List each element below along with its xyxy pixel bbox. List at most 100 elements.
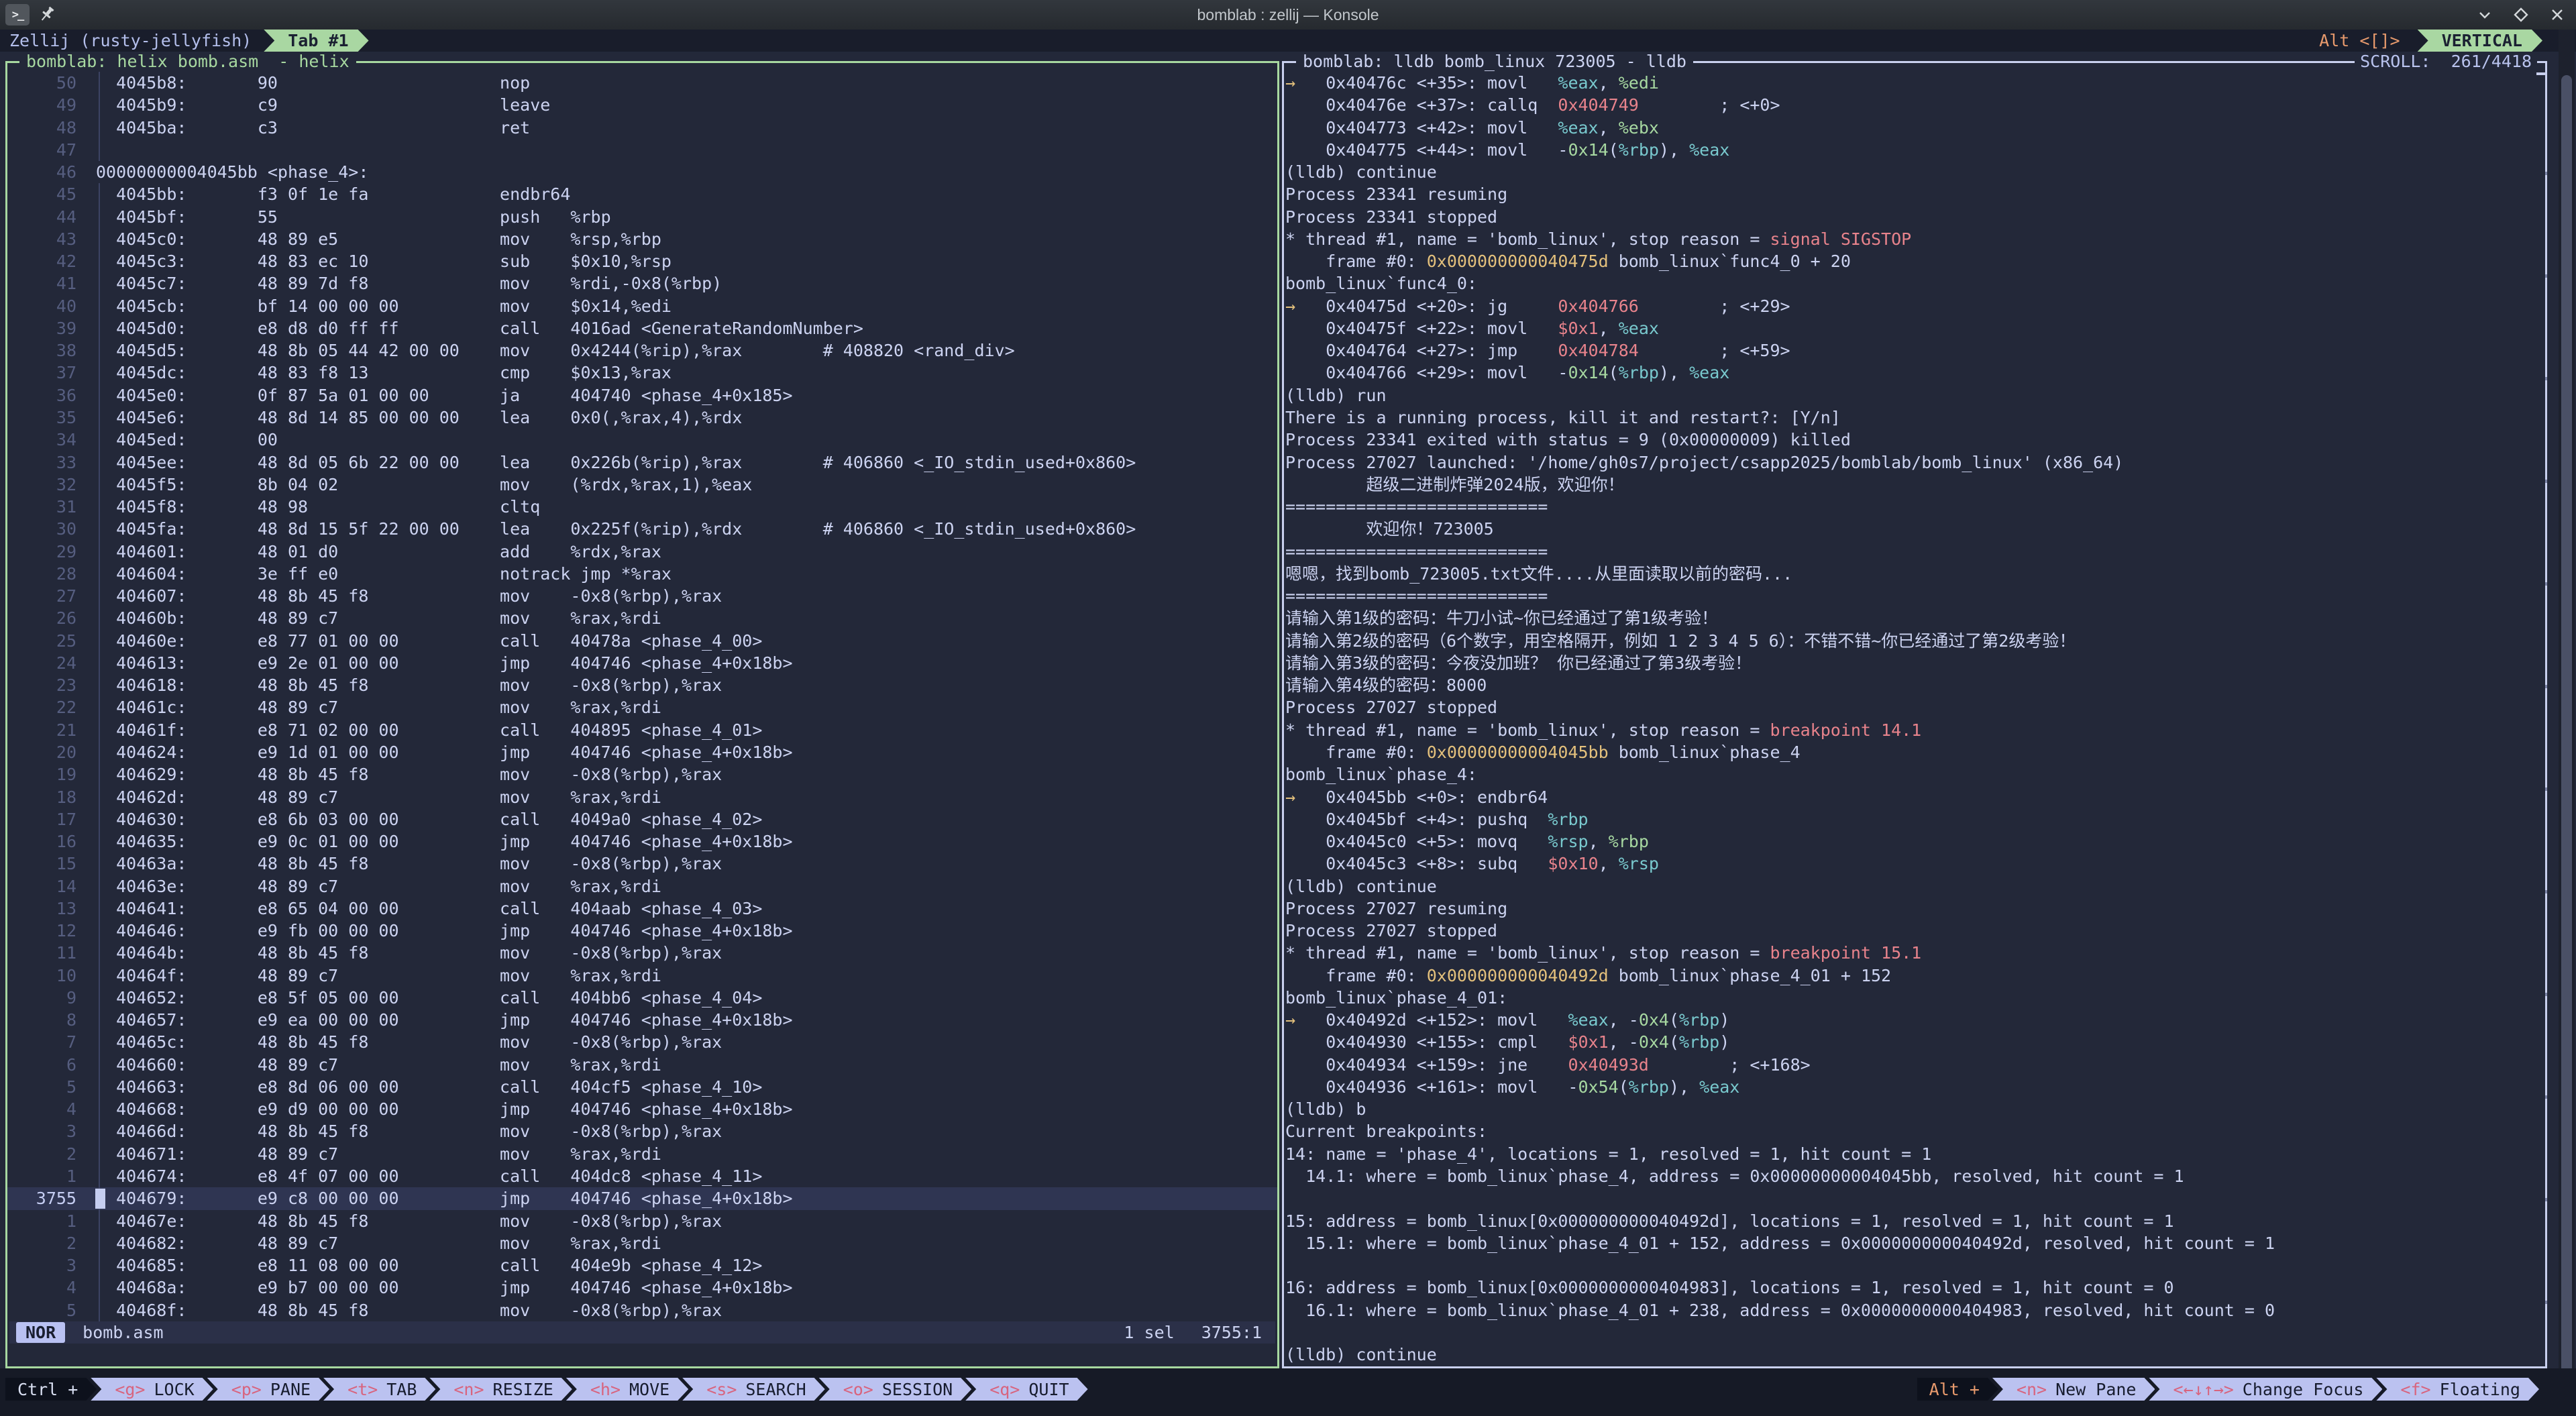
terminal-line: 请输入第4级的密码：8000 <box>1285 674 2545 696</box>
asm-line: 3755 404679: e9 c8 00 00 00 jmp 404746 <… <box>7 1187 1277 1209</box>
terminal-line: Process 27027 resuming <box>1285 897 2545 920</box>
asm-line: 17 404630: e8 6b 03 00 00 call 4049a0 <p… <box>7 808 1277 830</box>
keybind-floating[interactable]: <f>Floating <box>2376 1378 2539 1401</box>
session-name: Zellij (rusty-jellyfish) <box>9 31 252 50</box>
asm-line: 1 404674: e8 4f 07 00 00 call 404dc8 <ph… <box>7 1165 1277 1187</box>
lldb-terminal-pane[interactable]: bomblab: lldb bomb_linux 723005 - lldb S… <box>1282 61 2547 1368</box>
keybind-session[interactable]: <o>SESSION <box>819 1378 972 1401</box>
keybind-search[interactable]: <s>SEARCH <box>682 1378 824 1401</box>
terminal-line: 请输入第3级的密码：今夜没加班？ 你已经通过了第3级考验！ <box>1285 652 2545 674</box>
text-cursor <box>95 1189 105 1208</box>
terminal-line: 0x404930 <+155>: cmpl $0x1, -0x4(%rbp) <box>1285 1031 2545 1053</box>
right-pane-title: bomblab: lldb bomb_linux 723005 - lldb <box>1296 52 1693 71</box>
terminal-line: frame #0: 0x000000000040475d bomb_linux`… <box>1285 250 2545 272</box>
terminal-line: frame #0: 0x000000000040492d bomb_linux`… <box>1285 965 2545 987</box>
terminal-line: 请输入第1级的密码：牛刀小试~你已经通过了第1级考验！ <box>1285 607 2545 629</box>
helix-editor-pane[interactable]: bomblab: helix bomb.asm - helix 50 4045b… <box>5 61 1279 1368</box>
scroll-position: SCROLL: 261/4418 <box>2355 52 2537 71</box>
asm-line: 45 4045bb: f3 0f 1e fa endbr64 <box>7 183 1277 205</box>
terminal-line: * thread #1, name = 'bomb_linux', stop r… <box>1285 228 2545 250</box>
terminal-line: Process 23341 stopped <box>1285 206 2545 228</box>
asm-line: 10 40464f: 48 89 c7 mov %rax,%rdi <box>7 965 1277 987</box>
keybind-lock[interactable]: <g>LOCK <box>91 1378 213 1401</box>
terminal-line: bomb_linux`phase_4: <box>1285 763 2545 785</box>
terminal-line: 0x404775 <+44>: movl -0x14(%rbp), %eax <box>1285 139 2545 161</box>
maximize-button[interactable] <box>2512 5 2530 24</box>
minimize-button[interactable] <box>2475 5 2494 24</box>
terminal-line <box>1285 1321 2545 1344</box>
mode-indicator: NOR <box>16 1322 65 1343</box>
window-titlebar[interactable]: >_ bomblab : zellij — Konsole <box>0 0 2576 30</box>
asm-line: 23 404618: 48 8b 45 f8 mov -0x8(%rbp),%r… <box>7 674 1277 696</box>
terminal-line: 16.1: where = bomb_linux`phase_4_01 + 23… <box>1285 1299 2545 1321</box>
terminal-line: * thread #1, name = 'bomb_linux', stop r… <box>1285 719 2545 741</box>
terminal-line: 0x404934 <+159>: jne 0x40493d ; <+168> <box>1285 1054 2545 1076</box>
terminal-line: ========================== <box>1285 496 2545 518</box>
terminal-line: bomb_linux`phase_4_01: <box>1285 987 2545 1009</box>
terminal-line <box>1285 1187 2545 1209</box>
terminal-line: → 0x4045bb <+0>: endbr64 <box>1285 786 2545 808</box>
alt-keybind-hint: Alt <[]> <box>2319 31 2400 50</box>
asm-line: 29 404601: 48 01 d0 add %rdx,%rax <box>7 541 1277 563</box>
close-button[interactable] <box>2548 5 2567 24</box>
asm-line: 19 404629: 48 8b 45 f8 mov -0x8(%rbp),%r… <box>7 763 1277 785</box>
asm-line: 27 404607: 48 8b 45 f8 mov -0x8(%rbp),%r… <box>7 585 1277 607</box>
asm-line: 42 4045c3: 48 83 ec 10 sub $0x10,%rsp <box>7 250 1277 272</box>
terminal-line: 16: address = bomb_linux[0x0000000000404… <box>1285 1276 2545 1299</box>
asm-line: 4 404668: e9 d9 00 00 00 jmp 404746 <pha… <box>7 1098 1277 1120</box>
terminal-line: Process 27027 stopped <box>1285 696 2545 718</box>
tab-1[interactable]: Tab #1 <box>264 30 368 52</box>
asm-line: 49 4045b9: c9 leave <box>7 94 1277 116</box>
terminal-line <box>1285 1254 2545 1276</box>
keybind-change-focus[interactable]: <←↓↑→>Change Focus <box>2149 1378 2382 1401</box>
keybind-tab[interactable]: <t>TAB <box>323 1378 435 1401</box>
asm-line: 9 404652: e8 5f 05 00 00 call 404bb6 <ph… <box>7 987 1277 1009</box>
terminal-line: 0x404766 <+29>: movl -0x14(%rbp), %eax <box>1285 362 2545 384</box>
asm-line: 37 4045dc: 48 83 f8 13 cmp $0x13,%rax <box>7 362 1277 384</box>
keybind-move[interactable]: <h>MOVE <box>566 1378 688 1401</box>
terminal-line: 0x404936 <+161>: movl -0x54(%rbp), %eax <box>1285 1076 2545 1098</box>
alt-modifier-hint: Alt + <box>1917 1378 1998 1401</box>
terminal-line: 0x404773 <+42>: movl %eax, %ebx <box>1285 117 2545 139</box>
lldb-output: → 0x40476c <+35>: movl %eax, %edi 0x4047… <box>1285 72 2545 1366</box>
asm-line: 32 4045f5: 8b 04 02 mov (%rdx,%rax,1),%e… <box>7 474 1277 496</box>
asm-line: 40 4045cb: bf 14 00 00 00 mov $0x14,%edi <box>7 295 1277 317</box>
asm-line: 25 40460e: e8 77 01 00 00 call 40478a <p… <box>7 630 1277 652</box>
konsole-scrollbar-track[interactable] <box>2559 30 2575 1416</box>
asm-line: 44 4045bf: 55 push %rbp <box>7 206 1277 228</box>
asm-line: 28 404604: 3e ff e0 notrack jmp *%rax <box>7 563 1277 585</box>
terminal-line: → 0x40492d <+152>: movl %eax, -0x4(%rbp) <box>1285 1009 2545 1031</box>
terminal-line: (lldb) run <box>1285 384 2545 406</box>
konsole-scrollbar-thumb[interactable] <box>2561 75 2572 1401</box>
terminal-line: (lldb) continue <box>1285 875 2545 897</box>
keybind-resize[interactable]: <n>RESIZE <box>429 1378 572 1401</box>
konsole-window: >_ bomblab : zellij — Konsole <box>0 0 2576 1416</box>
asm-line: 1 40467e: 48 8b 45 f8 mov -0x8(%rbp),%ra… <box>7 1210 1277 1232</box>
keybind-quit[interactable]: <q>QUIT <box>965 1378 1087 1401</box>
keybind-pane[interactable]: <p>PANE <box>207 1378 329 1401</box>
asm-line: 30 4045fa: 48 8d 15 5f 22 00 00 lea 0x22… <box>7 518 1277 540</box>
terminal-line: 15.1: where = bomb_linux`phase_4_01 + 15… <box>1285 1232 2545 1254</box>
asm-line: 8 404657: e9 ea 00 00 00 jmp 404746 <pha… <box>7 1009 1277 1031</box>
asm-line: 3 404685: e8 11 08 00 00 call 404e9b <ph… <box>7 1254 1277 1276</box>
asm-line: 41 4045c7: 48 89 7d f8 mov %rdi,-0x8(%rb… <box>7 272 1277 294</box>
terminal-line: (lldb) b <box>1285 1098 2545 1120</box>
asm-line: 6 404660: 48 89 c7 mov %rax,%rdi <box>7 1054 1277 1076</box>
asm-line: 50 4045b8: 90 nop <box>7 72 1277 94</box>
pane-scrollbar-cap <box>2536 72 2547 75</box>
asm-line: 35 4045e6: 48 8d 14 85 00 00 00 lea 0x0(… <box>7 406 1277 429</box>
asm-line: 31 4045f8: 48 98 cltq <box>7 496 1277 518</box>
keybind-new-pane[interactable]: <n>New Pane <box>1992 1378 2155 1401</box>
asm-line: 36 4045e0: 0f 87 5a 01 00 00 ja 404740 <… <box>7 384 1277 406</box>
terminal-line: 0x4045c3 <+8>: subq $0x10, %rsp <box>1285 853 2545 875</box>
terminal-line: Process 23341 exited with status = 9 (0x… <box>1285 429 2545 451</box>
pane-scrollbar[interactable] <box>2545 72 2547 1364</box>
zellij-tab-bar: Zellij (rusty-jellyfish) Tab #1 Alt <[]>… <box>0 30 2576 52</box>
ctrl-modifier-hint: Ctrl + <box>5 1378 97 1401</box>
terminal-line: 0x404764 <+27>: jmp 0x404784 ; <+59> <box>1285 339 2545 362</box>
window-title: bomblab : zellij — Konsole <box>0 0 2576 30</box>
terminal-line: 0x40475f <+22>: movl $0x1, %eax <box>1285 317 2545 339</box>
asm-line: 15 40463a: 48 8b 45 f8 mov -0x8(%rbp),%r… <box>7 853 1277 875</box>
terminal-line: → 0x40476c <+35>: movl %eax, %edi <box>1285 72 2545 94</box>
asm-line: 22 40461c: 48 89 c7 mov %rax,%rdi <box>7 696 1277 718</box>
